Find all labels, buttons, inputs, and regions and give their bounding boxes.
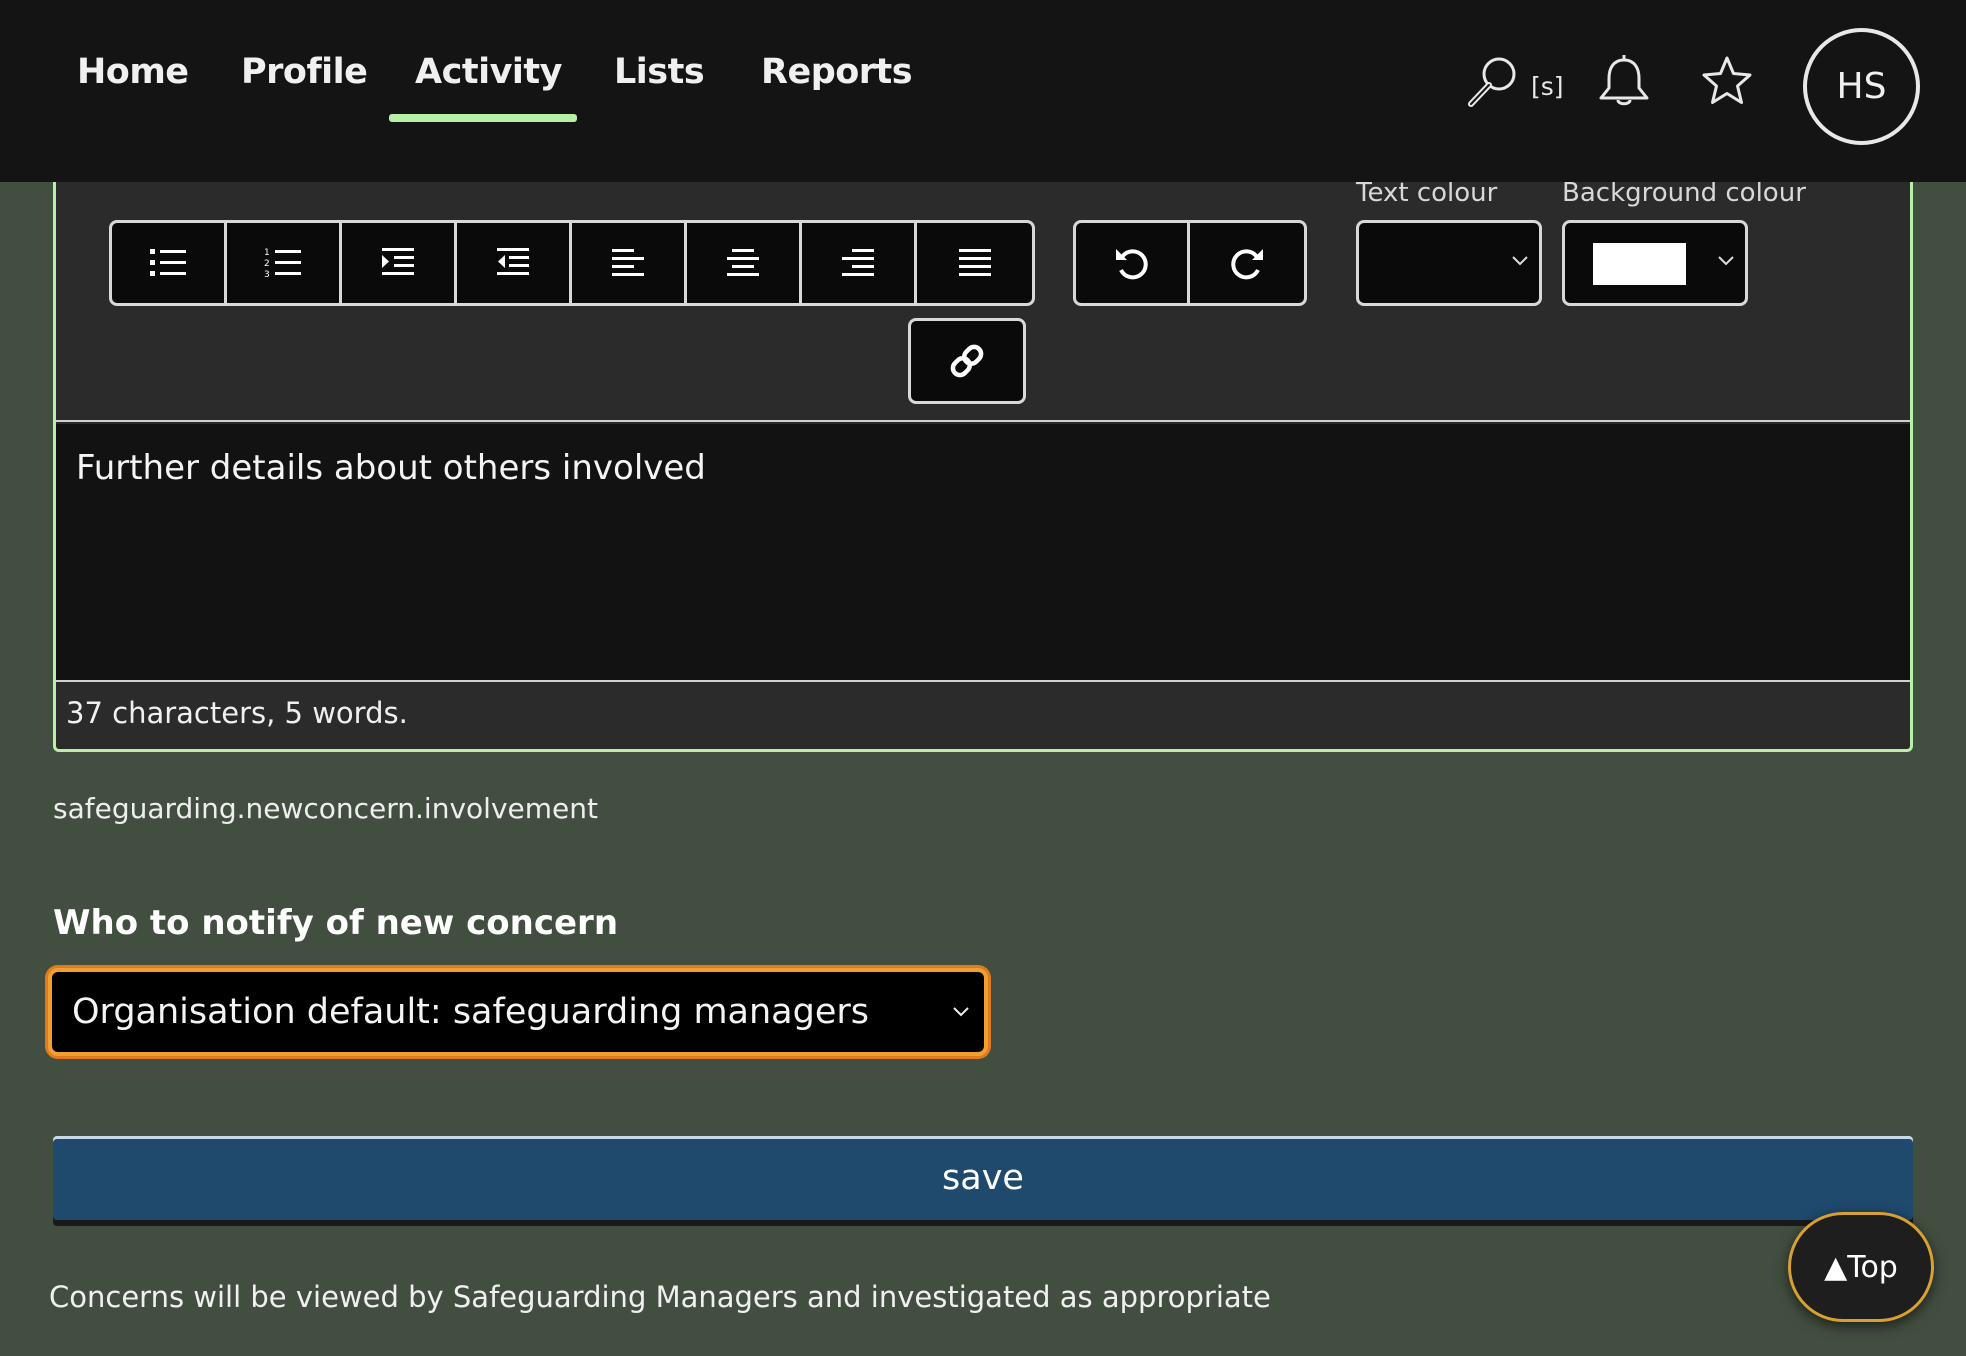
bullet-list-button[interactable]	[112, 223, 227, 303]
star-icon	[1702, 56, 1752, 104]
nav-active-indicator	[389, 114, 577, 122]
text-colour-select[interactable]	[1356, 220, 1542, 306]
justify-button[interactable]	[917, 223, 1032, 303]
chevron-down-icon	[1718, 256, 1734, 266]
align-center-button[interactable]	[687, 223, 802, 303]
notify-select-value: Organisation default: safeguarding manag…	[72, 992, 869, 1032]
undo-icon	[1115, 249, 1148, 280]
formatting-button-group: 1 2 3	[109, 220, 1035, 306]
notifications-button[interactable]	[1594, 52, 1654, 112]
svg-text:2: 2	[264, 259, 270, 269]
nav-profile[interactable]: Profile	[241, 52, 368, 104]
search-shortcut-hint: [s]	[1531, 72, 1564, 101]
bullet-list-icon	[150, 249, 186, 276]
redo-icon	[1231, 249, 1263, 280]
insert-link-button[interactable]	[908, 318, 1026, 404]
character-counter: 37 characters, 5 words.	[66, 696, 408, 730]
history-button-group	[1073, 220, 1307, 306]
search-button[interactable]: [s]	[1465, 50, 1565, 110]
numbered-list-icon: 1 2 3	[264, 248, 301, 280]
editor-toolbar: 1 2 3 Text colour Background colour	[56, 182, 1910, 422]
link-icon	[950, 344, 984, 378]
chevron-down-icon	[953, 1007, 969, 1017]
indent-button[interactable]	[342, 223, 457, 303]
outdent-button[interactable]	[457, 223, 572, 303]
search-icon	[1468, 57, 1516, 107]
background-colour-swatch	[1593, 243, 1686, 285]
justify-icon	[958, 249, 991, 276]
align-center-icon	[727, 249, 759, 276]
text-colour-label: Text colour	[1356, 182, 1498, 208]
back-to-top-button[interactable]: ▲Top	[1788, 1212, 1934, 1322]
concern-footnote: Concerns will be viewed by Safeguarding …	[49, 1280, 1271, 1314]
nav-reports[interactable]: Reports	[761, 52, 913, 104]
chevron-down-icon	[1512, 256, 1528, 266]
undo-button[interactable]	[1076, 223, 1191, 303]
nav-activity[interactable]: Activity	[415, 52, 562, 104]
indent-icon	[382, 248, 414, 275]
notify-field-title: Who to notify of new concern	[53, 903, 619, 943]
save-button[interactable]: save	[53, 1136, 1913, 1220]
numbered-list-button[interactable]: 1 2 3	[227, 223, 342, 303]
nav-lists[interactable]: Lists	[614, 52, 705, 104]
redo-button[interactable]	[1190, 223, 1304, 303]
align-left-button[interactable]	[572, 223, 687, 303]
align-right-icon	[842, 249, 874, 276]
avatar[interactable]: HS	[1803, 28, 1920, 145]
bell-icon	[1599, 55, 1649, 106]
align-right-button[interactable]	[802, 223, 917, 303]
nav-home[interactable]: Home	[77, 52, 189, 104]
editor-text-area[interactable]: Further details about others involved	[56, 424, 1910, 682]
background-colour-select[interactable]	[1562, 220, 1748, 306]
field-key-label: safeguarding.newconcern.involvement	[53, 792, 598, 825]
svg-text:1: 1	[264, 248, 270, 258]
rich-text-editor: 1 2 3 Text colour Background colour Furt…	[53, 182, 1913, 752]
top-navigation: Home Profile Activity Lists Reports [s] …	[0, 0, 1966, 182]
background-colour-label: Background colour	[1562, 182, 1806, 208]
align-left-icon	[612, 249, 644, 276]
notify-select[interactable]: Organisation default: safeguarding manag…	[48, 968, 988, 1056]
favourites-button[interactable]	[1697, 52, 1757, 112]
outdent-icon	[497, 248, 529, 275]
svg-text:3: 3	[264, 270, 270, 280]
